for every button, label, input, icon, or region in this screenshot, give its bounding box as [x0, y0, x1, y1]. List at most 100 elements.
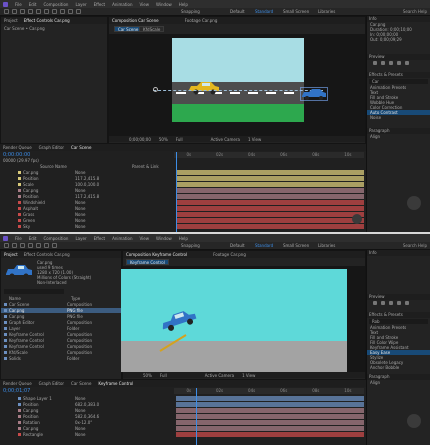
layer-row[interactable]: Position 682.0,383.0 [0, 402, 99, 407]
label-color-swatch[interactable] [18, 195, 21, 198]
selection-tool-icon[interactable] [12, 243, 17, 248]
tab-effect-controls[interactable]: Effect Controls Car.png [24, 18, 70, 23]
project-item[interactable]: Solids Folder [1, 356, 123, 361]
project-item[interactable]: Car Scene Composition [1, 302, 123, 307]
tab-render-queue[interactable]: Render Queue [3, 145, 32, 150]
label-color-swatch[interactable] [18, 219, 21, 222]
play-icon[interactable] [389, 301, 393, 305]
viewer-time[interactable]: 0;00;00;00 [129, 137, 151, 142]
layer-row[interactable]: Rectangle None [0, 432, 85, 437]
layer-row[interactable]: Rotation 0x-12.0° [0, 420, 92, 425]
tab-project[interactable]: Project [4, 252, 18, 257]
layer-parent-value[interactable]: 117.2,415.8 [75, 176, 99, 181]
menu-window[interactable]: Window [156, 236, 172, 241]
project-item[interactable]: Car.png PNG file [1, 314, 123, 319]
layer-duration-bar[interactable] [176, 224, 364, 229]
layer-duration-bar[interactable] [176, 420, 364, 425]
col-type[interactable]: Type [71, 296, 80, 301]
tab-project[interactable]: Project [4, 18, 18, 23]
zoom-level[interactable]: 50% [159, 137, 168, 142]
composition-viewer[interactable] [109, 34, 365, 136]
tab-keyframe-control[interactable]: Keyframe Control [98, 381, 133, 386]
tab-footage[interactable]: Footage Car.png [213, 252, 246, 257]
project-item[interactable]: Layer Folder [1, 326, 123, 331]
layer-parent-value[interactable]: 0x-12.0° [75, 420, 92, 425]
comp-subtab-keyframe-control[interactable]: Keyframe Control [126, 259, 169, 265]
layer-duration-bar[interactable] [176, 414, 364, 419]
project-item[interactable]: Car.png PNG file [1, 308, 123, 313]
project-item[interactable]: Keyframe Control Composition [1, 332, 123, 337]
snapping-toggle[interactable]: Snapping [181, 243, 200, 248]
camera-select[interactable]: Active Camera [211, 137, 240, 142]
rotate-tool-icon[interactable] [36, 9, 41, 14]
layer-row[interactable]: Car.png None [0, 170, 85, 175]
label-color-swatch[interactable] [18, 177, 21, 180]
layer-parent-value[interactable]: 100.0,100.0 [75, 182, 99, 187]
workspace-small-screen[interactable]: Small Screen [283, 243, 309, 248]
resolution[interactable]: Full [176, 137, 183, 142]
last-frame-icon[interactable] [405, 61, 409, 65]
workspace-default[interactable]: Default [230, 243, 245, 248]
label-color-swatch[interactable] [18, 171, 21, 174]
layer-row[interactable]: Position 117.2,415.8 [0, 194, 99, 199]
menu-composition[interactable]: Composition [43, 2, 68, 7]
search-help[interactable]: Search Help [403, 243, 427, 248]
project-item[interactable]: Keyframe Control Composition [1, 338, 123, 343]
playhead[interactable] [176, 152, 177, 232]
layer-row[interactable]: Grass None [0, 212, 85, 217]
menu-file[interactable]: File [15, 236, 22, 241]
menu-file[interactable]: File [15, 2, 22, 7]
layer-row[interactable]: Position 582.0,364.6 [0, 414, 99, 419]
label-color-swatch[interactable] [18, 409, 21, 412]
layer-duration-bar[interactable] [176, 402, 364, 407]
effects-search-input[interactable]: Rob [369, 319, 428, 324]
layer-row[interactable]: Green None [0, 218, 85, 223]
align-tab[interactable]: Align [367, 380, 430, 385]
pan-tool-icon[interactable] [52, 9, 57, 14]
menu-view[interactable]: View [140, 236, 150, 241]
layer-parent-value[interactable]: None [75, 206, 85, 211]
layer-row[interactable]: Position 117.2,415.8 [0, 176, 99, 181]
layer-row[interactable]: Car.png None [0, 408, 85, 413]
label-color-swatch[interactable] [18, 225, 21, 228]
layer-row[interactable]: Windshield None [0, 200, 85, 205]
label-color-swatch[interactable] [18, 403, 21, 406]
menu-edit[interactable]: Edit [29, 236, 37, 241]
label-color-swatch[interactable] [18, 201, 21, 204]
effects-presets-head[interactable]: Effects & Presets [367, 312, 430, 318]
layer-duration-bar[interactable] [176, 408, 364, 413]
layer-row[interactable]: Scale 100.0,100.0 [0, 182, 99, 187]
menu-help[interactable]: Help [179, 2, 188, 7]
project-item[interactable]: Graph Editor Composition [1, 320, 123, 325]
menu-layer[interactable]: Layer [75, 236, 86, 241]
menu-animation[interactable]: Animation [112, 236, 132, 241]
workspace-standard[interactable]: Standard [255, 9, 273, 14]
layer-duration-bar[interactable] [176, 182, 364, 187]
menu-composition[interactable]: Composition [43, 236, 68, 241]
layer-parent-value[interactable]: None [75, 432, 85, 437]
label-color-swatch[interactable] [18, 433, 21, 436]
col-name[interactable]: Name [9, 296, 21, 301]
rotate-tool-icon[interactable] [36, 243, 41, 248]
composition-viewer[interactable] [121, 266, 365, 372]
menu-edit[interactable]: Edit [29, 2, 37, 7]
current-timecode[interactable]: 0;00;01;07 [3, 388, 30, 394]
tab-render-queue[interactable]: Render Queue [3, 381, 32, 386]
zoom-tool-icon[interactable] [28, 243, 33, 248]
label-color-swatch[interactable] [18, 207, 21, 210]
layer-duration-bar[interactable] [176, 218, 364, 223]
layer-parent-value[interactable]: None [75, 224, 85, 229]
label-color-swatch[interactable] [18, 415, 21, 418]
play-icon[interactable] [389, 61, 393, 65]
home-tool-icon[interactable] [4, 9, 9, 14]
layer-duration-bar[interactable] [176, 212, 364, 217]
snapping-toggle[interactable]: Snapping [181, 9, 200, 14]
workspace-libraries[interactable]: Libraries [318, 9, 335, 14]
col-source-name[interactable]: Source Name [40, 164, 67, 169]
prev-frame-icon[interactable] [381, 301, 385, 305]
layer-parent-value[interactable]: None [75, 170, 85, 175]
label-color-swatch[interactable] [18, 213, 21, 216]
layer-parent-value[interactable]: None [75, 212, 85, 217]
project-item[interactable]: Kfd/Scale Composition [1, 350, 123, 355]
effects-item[interactable]: Anchor Bobble [367, 365, 430, 370]
